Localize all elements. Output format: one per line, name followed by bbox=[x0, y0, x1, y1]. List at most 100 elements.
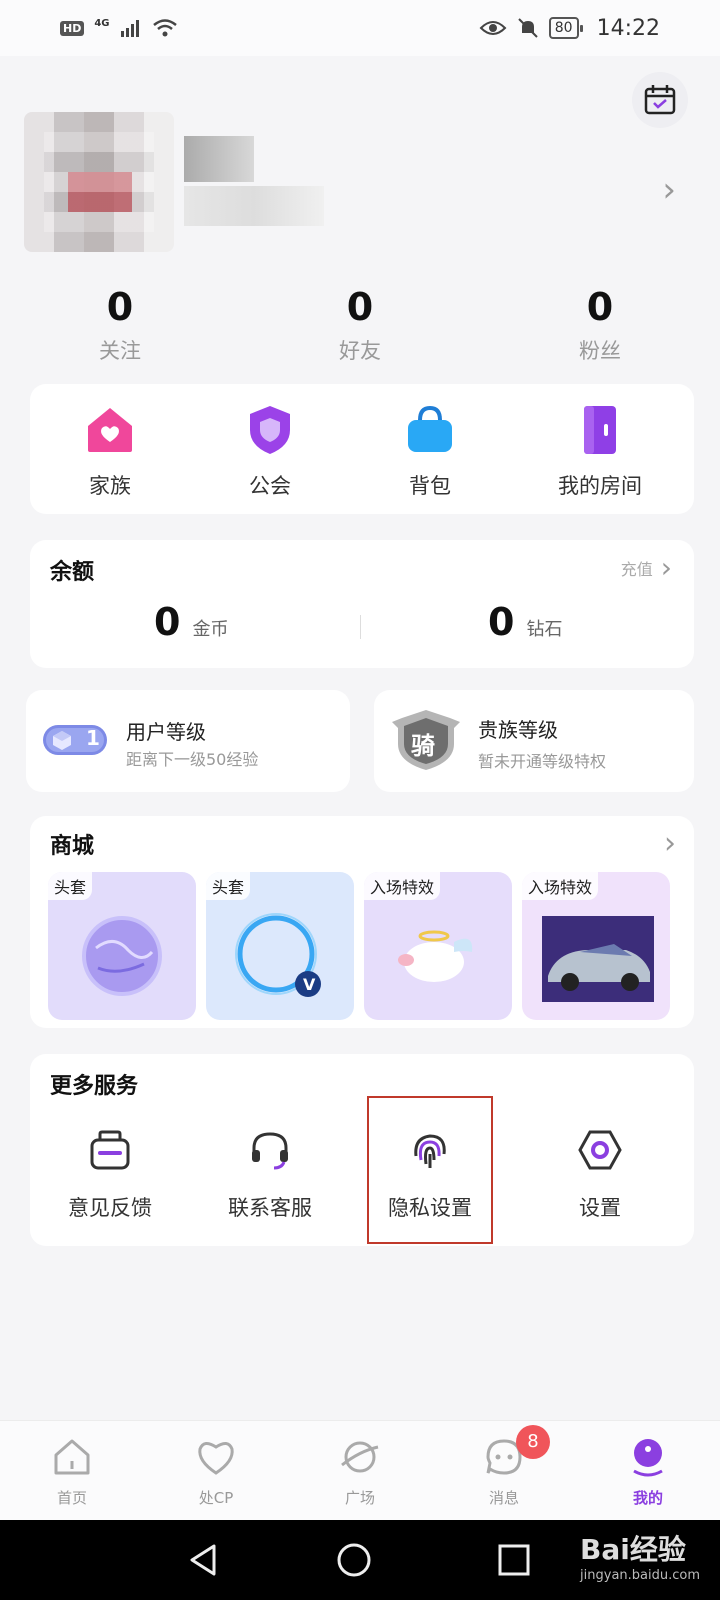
watermark-url: jingyan.baidu.com bbox=[580, 1568, 700, 1583]
mall-item-tag: 头套 bbox=[48, 872, 93, 900]
stats-row: 0 关注 0 好友 0 粉丝 bbox=[0, 285, 720, 375]
user-level-card[interactable]: 1 用户等级 距离下一级50经验 bbox=[26, 690, 350, 792]
recents-icon[interactable] bbox=[496, 1542, 532, 1578]
quick-action-backpack[interactable]: 背包 bbox=[360, 404, 500, 500]
shield-icon bbox=[250, 406, 290, 454]
quick-action-label: 我的房间 bbox=[558, 474, 642, 498]
watermark-brand: Bai经验 bbox=[580, 1533, 686, 1566]
settings-icon bbox=[578, 1130, 622, 1170]
bag-icon bbox=[408, 405, 452, 452]
tab-square[interactable]: 广场 bbox=[310, 1435, 410, 1508]
network-label: 4G bbox=[94, 17, 110, 29]
chevron-right-icon: › bbox=[660, 551, 672, 584]
mall-item-tag: 入场特效 bbox=[522, 872, 599, 900]
watermark: Bai经验 jingyan.baidu.com bbox=[580, 1528, 700, 1583]
signal-icon bbox=[120, 20, 139, 37]
mall-item[interactable]: 头套 bbox=[48, 872, 196, 1020]
mute-bell-icon bbox=[518, 18, 538, 38]
quick-action-family[interactable]: 家族 bbox=[40, 404, 180, 500]
unread-badge: 8 bbox=[516, 1425, 550, 1459]
system-nav-bar: Bai经验 jingyan.baidu.com bbox=[0, 1520, 720, 1600]
stat-value: 0 bbox=[586, 285, 614, 329]
gold-value: 0 bbox=[154, 600, 181, 644]
wifi-icon bbox=[152, 19, 177, 37]
quick-action-my-room[interactable]: 我的房间 bbox=[530, 404, 670, 500]
mall-item-tag: 入场特效 bbox=[364, 872, 441, 900]
status-bar: HD 4G 80 14:22 bbox=[0, 0, 720, 56]
gold-unit: 金币 bbox=[192, 619, 229, 640]
noble-level-title: 贵族等级 bbox=[478, 718, 558, 742]
status-left: HD 4G bbox=[60, 18, 178, 39]
balance-card: 余额 充值 › 0 金币 0 钻石 bbox=[30, 540, 694, 668]
back-icon[interactable] bbox=[186, 1542, 222, 1578]
home-icon bbox=[54, 1439, 90, 1475]
diamond-value: 0 bbox=[488, 600, 515, 644]
home-heart-icon bbox=[88, 408, 132, 452]
home-circle-icon[interactable] bbox=[336, 1542, 372, 1578]
diamond-unit: 钻石 bbox=[526, 619, 563, 640]
tab-label: 首页 bbox=[56, 1489, 87, 1507]
svg-text:V: V bbox=[303, 975, 316, 994]
highlight-annotation bbox=[367, 1096, 493, 1244]
divider bbox=[360, 615, 361, 639]
chevron-right-icon[interactable]: › bbox=[664, 826, 676, 861]
noble-badge-char: 骑 bbox=[411, 732, 435, 760]
service-customer-support[interactable]: 联系客服 bbox=[200, 1126, 340, 1222]
quick-action-label: 公会 bbox=[249, 474, 291, 498]
gold-balance[interactable]: 0 金币 bbox=[154, 600, 228, 644]
noble-level-subtitle: 暂未开通等级特权 bbox=[478, 752, 607, 771]
service-settings[interactable]: 设置 bbox=[530, 1126, 670, 1222]
tab-label: 广场 bbox=[344, 1489, 375, 1507]
stat-value: 0 bbox=[346, 285, 374, 329]
level-number: 1 bbox=[86, 726, 100, 750]
stat-friends[interactable]: 0 好友 bbox=[290, 285, 430, 365]
quick-action-label: 背包 bbox=[409, 474, 451, 498]
recharge-link[interactable]: 充值 › bbox=[620, 551, 672, 584]
tab-label: 我的 bbox=[632, 1489, 663, 1507]
mall-item[interactable]: 入场特效 bbox=[522, 872, 670, 1020]
chevron-right-icon: › bbox=[662, 170, 676, 210]
user-level-title: 用户等级 bbox=[126, 720, 206, 744]
balance-title: 余额 bbox=[50, 560, 95, 585]
feedback-icon bbox=[90, 1130, 130, 1170]
mall-item[interactable]: 入场特效 bbox=[364, 872, 512, 1020]
diamond-balance[interactable]: 0 钻石 bbox=[488, 600, 562, 644]
stat-label: 好友 bbox=[339, 339, 381, 363]
tab-label: 处CP bbox=[198, 1489, 234, 1507]
profile-header[interactable]: › bbox=[24, 112, 696, 262]
user-level-subtitle: 距离下一级50经验 bbox=[126, 750, 259, 769]
mall-item-tag: 头套 bbox=[206, 872, 251, 900]
hd-icon: HD bbox=[60, 20, 85, 36]
noble-level-card[interactable]: 骑 贵族等级 暂未开通等级特权 bbox=[374, 690, 694, 792]
mall-title[interactable]: 商城 bbox=[50, 828, 94, 860]
profile-icon bbox=[633, 1439, 663, 1477]
quick-action-guild[interactable]: 公会 bbox=[200, 404, 340, 500]
tab-messages[interactable]: 消息 8 bbox=[454, 1425, 554, 1508]
clock: 14:22 bbox=[596, 15, 660, 41]
heart-icon bbox=[198, 1442, 234, 1475]
stat-value: 0 bbox=[106, 285, 134, 329]
mall-card: 商城 › 头套 V 头套 入场特效 入场特效 bbox=[30, 816, 694, 1028]
stat-following[interactable]: 0 关注 bbox=[50, 285, 190, 365]
door-icon bbox=[584, 406, 616, 454]
status-right: 80 14:22 bbox=[479, 16, 660, 41]
service-label: 意见反馈 bbox=[68, 1196, 152, 1220]
mall-item[interactable]: V 头套 bbox=[206, 872, 354, 1020]
tab-mine[interactable]: 我的 bbox=[598, 1435, 698, 1508]
stat-fans[interactable]: 0 粉丝 bbox=[530, 285, 670, 365]
planet-icon bbox=[341, 1441, 379, 1473]
tab-label: 消息 bbox=[488, 1489, 519, 1507]
more-services-card: 更多服务 意见反馈 联系客服 隐私设置 设置 bbox=[30, 1054, 694, 1246]
battery-indicator: 80 bbox=[548, 17, 583, 39]
service-label: 联系客服 bbox=[228, 1196, 312, 1220]
stat-label: 关注 bbox=[99, 339, 141, 363]
quick-actions-card: 家族 公会 背包 我的房间 bbox=[30, 384, 694, 514]
recharge-label: 充值 bbox=[620, 560, 653, 579]
service-feedback[interactable]: 意见反馈 bbox=[40, 1126, 180, 1222]
tab-home[interactable]: 首页 bbox=[22, 1435, 122, 1508]
avatar[interactable] bbox=[24, 112, 174, 252]
username-blurred bbox=[184, 136, 254, 182]
services-title: 更多服务 bbox=[50, 1074, 139, 1099]
tab-cp[interactable]: 处CP bbox=[166, 1435, 266, 1508]
bottom-tab-bar: 首页 处CP 广场 消息 8 我的 bbox=[0, 1420, 720, 1520]
